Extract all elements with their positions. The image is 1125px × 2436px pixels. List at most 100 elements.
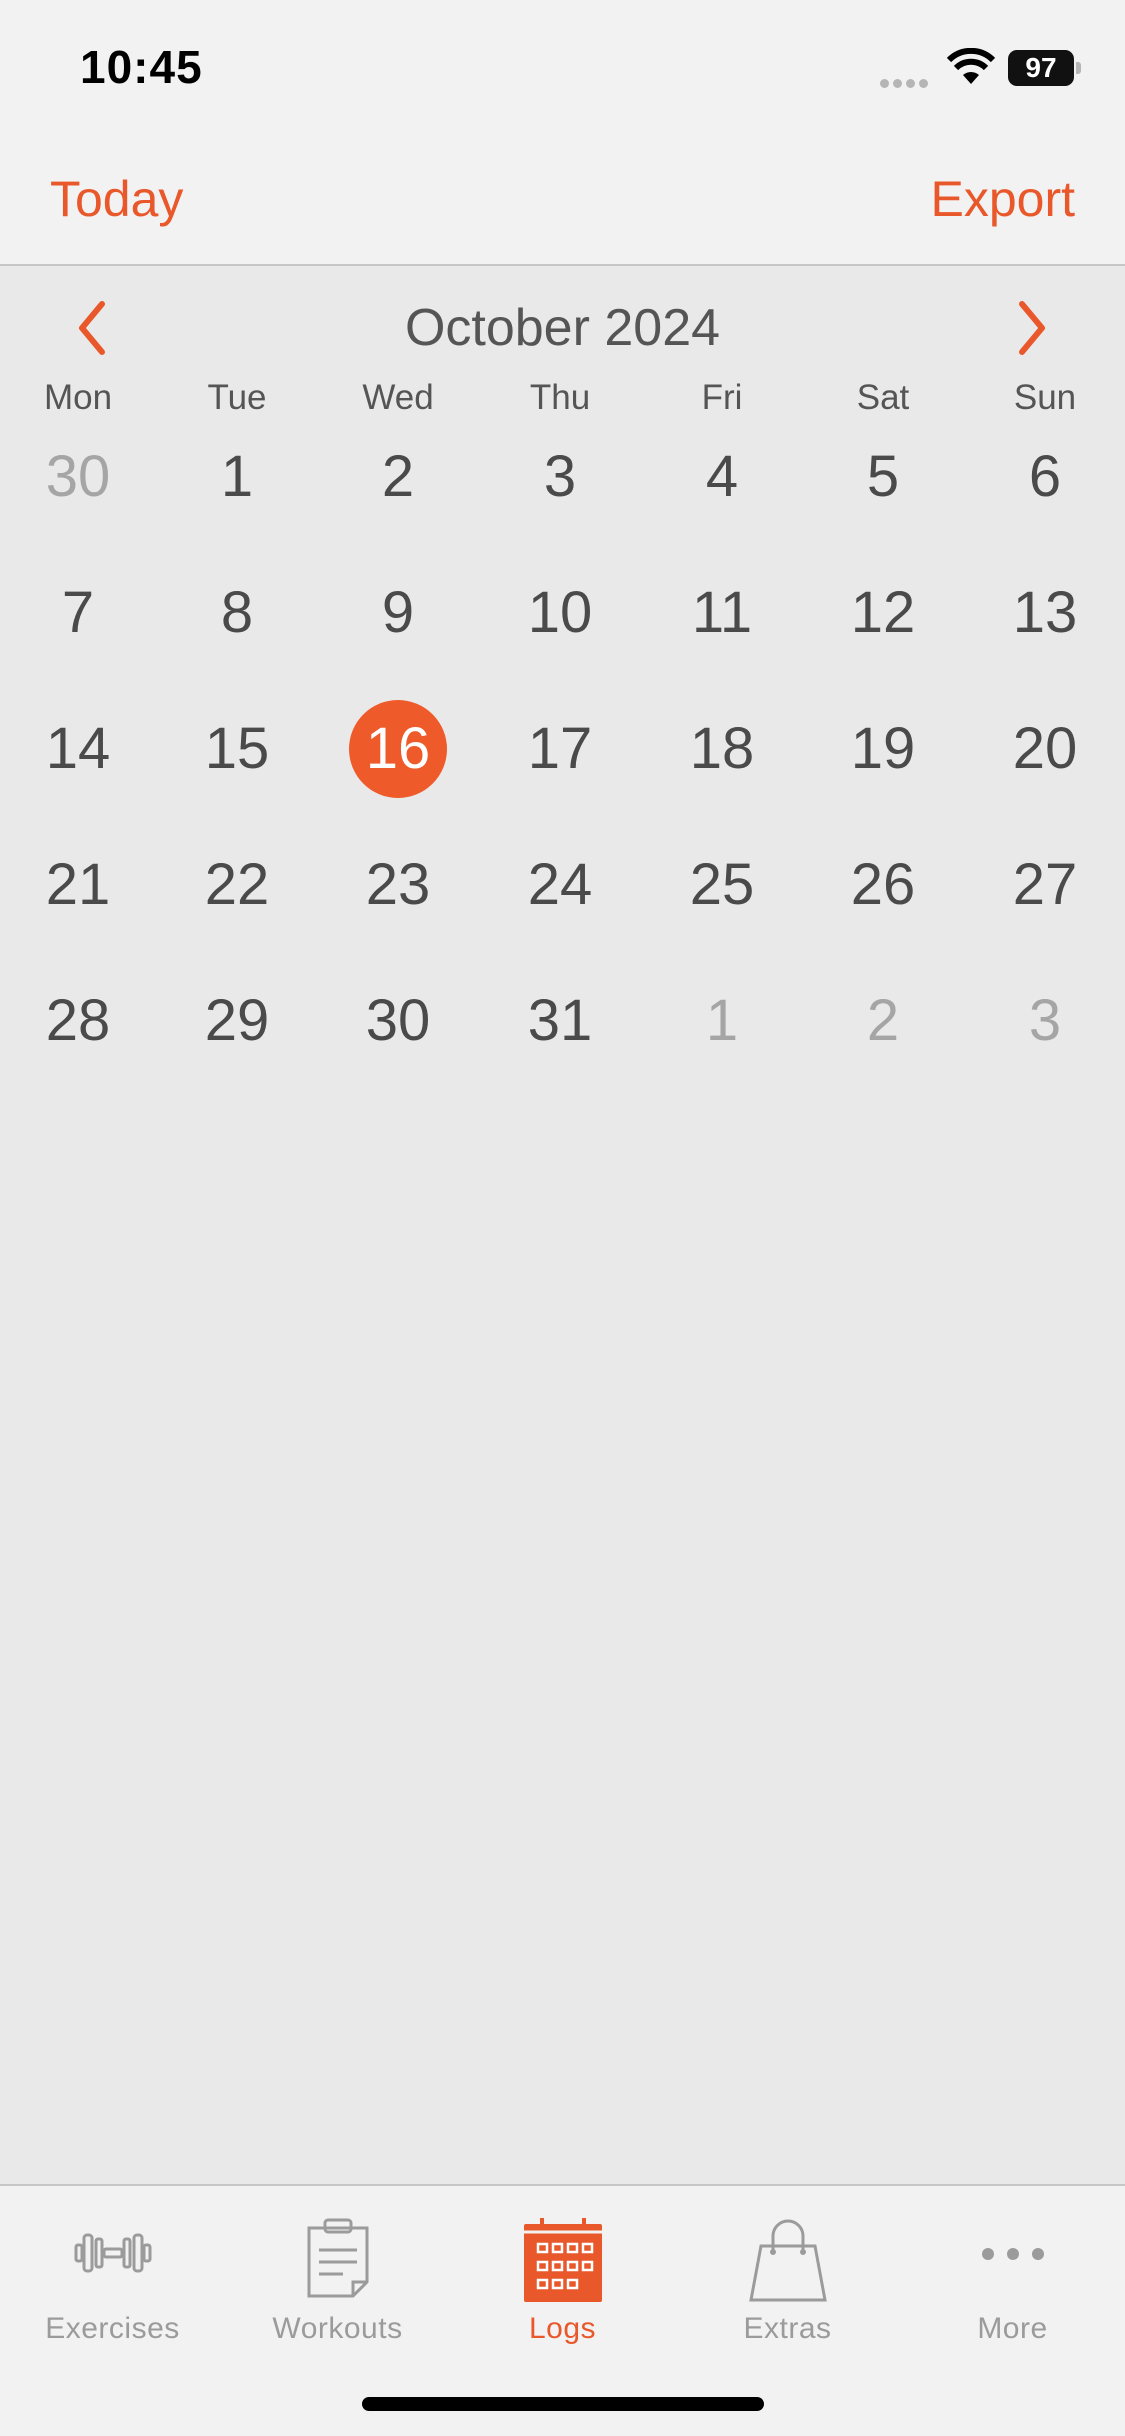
day-number: 6 xyxy=(1028,444,1062,509)
day-number: 20 xyxy=(1012,716,1078,781)
selected-day-cell[interactable]: 16 xyxy=(323,694,473,804)
weekday-label: Sun xyxy=(1013,378,1077,417)
day-cell[interactable]: 1 xyxy=(647,966,797,1076)
day-cell[interactable]: 25 xyxy=(647,830,797,940)
day-number: 18 xyxy=(689,716,755,781)
tab-label: Workouts xyxy=(272,2312,403,2345)
weekday-label: Sat xyxy=(856,378,910,417)
status-time: 10:45 xyxy=(80,41,203,93)
day-number: 3 xyxy=(1028,988,1062,1053)
day-grid: 30 1 2 3 4 5 6 7 8 9 10 11 12 13 14 15 16 17 18 19 20 21 22 23 2… xyxy=(0,432,1125,1112)
weekday-label: Tue xyxy=(207,378,267,417)
weekday-label: Wed xyxy=(362,378,434,417)
day-cell[interactable]: 15 xyxy=(162,694,312,804)
day-number: 17 xyxy=(527,716,593,781)
tab-label: Exercises xyxy=(45,2312,180,2345)
day-cell[interactable]: 11 xyxy=(647,558,797,668)
day-cell[interactable]: 6 xyxy=(970,422,1120,532)
tab-label: Logs xyxy=(528,2312,597,2345)
day-number: 14 xyxy=(45,716,111,781)
day-number: 11 xyxy=(691,580,753,645)
battery-icon: 97 xyxy=(1008,50,1074,86)
day-cell[interactable]: 12 xyxy=(808,558,958,668)
day-cell[interactable]: 21 xyxy=(3,830,153,940)
day-number: 19 xyxy=(850,716,916,781)
day-number: 21 xyxy=(45,852,111,917)
day-cell[interactable]: 2 xyxy=(808,966,958,1076)
day-cell[interactable]: 3 xyxy=(485,422,635,532)
nav-bar: Today Export xyxy=(0,140,1125,266)
day-number: 16 xyxy=(349,700,447,798)
day-cell[interactable]: 18 xyxy=(647,694,797,804)
battery-cap xyxy=(1076,62,1081,74)
day-cell[interactable]: 8 xyxy=(162,558,312,668)
chevron-right-icon[interactable] xyxy=(1006,298,1056,358)
month-title: October 2024 xyxy=(404,299,721,357)
day-number: 26 xyxy=(850,852,916,917)
home-indicator xyxy=(362,2397,764,2411)
day-number: 12 xyxy=(850,580,916,645)
export-button[interactable]: Export xyxy=(930,170,1075,228)
day-cell[interactable]: 22 xyxy=(162,830,312,940)
tab-more[interactable]: More xyxy=(900,2206,1125,2346)
day-number: 7 xyxy=(61,580,95,645)
month-header: October 2024 xyxy=(0,268,1125,368)
tab-extras[interactable]: Extras xyxy=(675,2206,900,2346)
day-number: 28 xyxy=(45,988,111,1053)
day-cell[interactable]: 4 xyxy=(647,422,797,532)
day-cell[interactable]: 2 xyxy=(323,422,473,532)
day-cell[interactable]: 26 xyxy=(808,830,958,940)
day-number: 2 xyxy=(381,444,415,509)
day-cell[interactable]: 17 xyxy=(485,694,635,804)
day-number: 23 xyxy=(365,852,431,917)
day-cell[interactable]: 20 xyxy=(970,694,1120,804)
tab-exercises[interactable]: Exercises xyxy=(0,2206,225,2346)
calendar: October 2024 Mon Tue Wed Thu Fri Sat Sun 30 1 2 3… xyxy=(0,268,1125,1112)
day-cell[interactable]: 29 xyxy=(162,966,312,1076)
day-cell[interactable]: 7 xyxy=(3,558,153,668)
day-number: 24 xyxy=(527,852,593,917)
day-cell[interactable]: 30 xyxy=(323,966,473,1076)
day-cell[interactable]: 10 xyxy=(485,558,635,668)
day-number: 25 xyxy=(689,852,755,917)
day-cell[interactable]: 13 xyxy=(970,558,1120,668)
day-cell[interactable]: 24 xyxy=(485,830,635,940)
day-number: 2 xyxy=(866,988,900,1053)
weekday-label: Mon xyxy=(43,378,113,417)
tab-workouts[interactable]: Workouts xyxy=(225,2206,450,2346)
day-number: 13 xyxy=(1012,580,1078,645)
day-number: 31 xyxy=(527,988,593,1053)
day-number: 15 xyxy=(204,716,270,781)
day-cell[interactable]: 5 xyxy=(808,422,958,532)
day-cell[interactable]: 3 xyxy=(970,966,1120,1076)
day-number: 27 xyxy=(1012,852,1078,917)
status-bar: 10:45 97 xyxy=(0,0,1125,140)
day-cell[interactable]: 28 xyxy=(3,966,153,1076)
day-cell[interactable]: 31 xyxy=(485,966,635,1076)
today-button[interactable]: Today xyxy=(50,170,183,228)
day-cell[interactable]: 1 xyxy=(162,422,312,532)
day-cell[interactable]: 14 xyxy=(3,694,153,804)
day-cell[interactable]: 9 xyxy=(323,558,473,668)
day-number: 1 xyxy=(220,444,254,509)
day-number: 5 xyxy=(866,444,900,509)
day-number: 4 xyxy=(705,444,739,509)
day-number: 10 xyxy=(527,580,593,645)
day-number: 30 xyxy=(45,444,111,509)
weekday-label: Thu xyxy=(529,378,591,417)
day-number: 9 xyxy=(381,580,415,645)
tab-label: Extras xyxy=(743,2312,832,2345)
day-cell[interactable]: 30 xyxy=(3,422,153,532)
day-cell[interactable]: 19 xyxy=(808,694,958,804)
day-number: 3 xyxy=(543,444,577,509)
day-number: 22 xyxy=(204,852,270,917)
cellular-signal-icon xyxy=(880,75,932,93)
tab-label: More xyxy=(977,2312,1048,2345)
tab-logs[interactable]: Logs xyxy=(450,2206,675,2346)
day-number: 1 xyxy=(705,988,739,1053)
day-number: 29 xyxy=(204,988,270,1053)
day-cell[interactable]: 23 xyxy=(323,830,473,940)
day-cell[interactable]: 27 xyxy=(970,830,1120,940)
day-number: 8 xyxy=(220,580,254,645)
weekday-label: Fri xyxy=(701,378,743,417)
